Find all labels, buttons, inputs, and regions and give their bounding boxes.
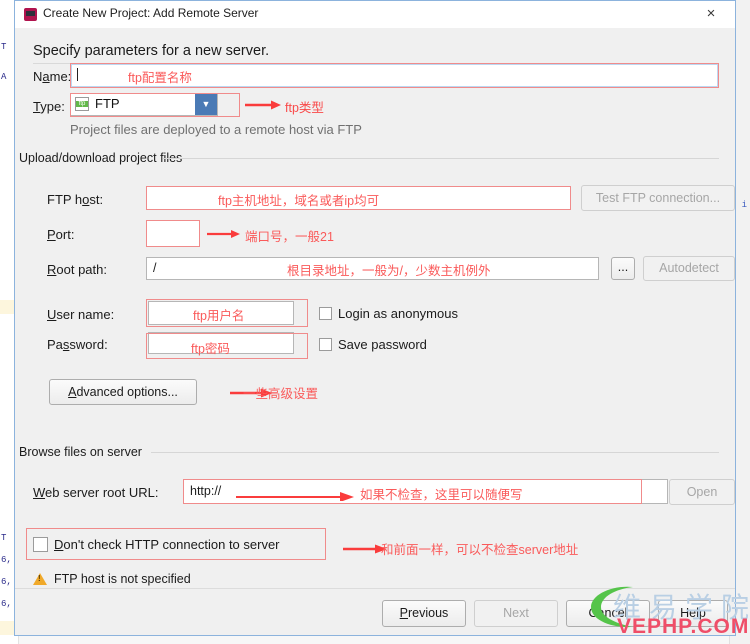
web-url-annotation-text: 如果不检查，这里可以随便写 <box>360 488 523 502</box>
type-combobox[interactable]: FTP ▼ <box>70 93 218 116</box>
root-path-annotation-text: 根目录地址，一般为/，少数主机例外 <box>287 264 491 278</box>
background-gutter-line: A <box>1 72 7 82</box>
dont-check-annotation-text: 和前面一样，可以不检查server地址 <box>381 543 579 557</box>
dont-check-http-checkbox[interactable]: Don't check HTTP connection to server <box>33 537 280 552</box>
checkbox-box[interactable] <box>319 307 332 320</box>
port-label: Port: <box>47 227 75 242</box>
ftp-file-icon <box>75 97 89 111</box>
port-annotation-text: 端口号，一般21 <box>245 230 334 244</box>
open-button[interactable]: Open <box>669 479 735 505</box>
user-name-annotation-text: ftp用户名 <box>193 309 245 323</box>
advanced-options-button[interactable]: Advanced options... <box>49 379 197 405</box>
dialog-headline: Specify parameters for a new server. <box>33 43 270 59</box>
status-text: FTP host is not specified <box>54 572 191 586</box>
save-password-checkbox[interactable]: Save password <box>319 337 427 352</box>
background-gutter-line: 6, <box>1 577 12 587</box>
background-gutter-line: T <box>1 533 7 543</box>
ftp-host-annotation-text: ftp主机地址，域名或者ip均可 <box>218 194 380 208</box>
status-message: FTP host is not specified <box>33 572 191 586</box>
dialog-titlebar: Create New Project: Add Remote Server × <box>15 1 735 28</box>
add-remote-server-dialog: Create New Project: Add Remote Server × … <box>14 0 736 636</box>
login-anonymous-label: Login as anonymous <box>338 306 458 321</box>
warning-triangle-icon <box>33 573 47 585</box>
previous-button[interactable]: Previous <box>382 600 466 627</box>
close-icon[interactable]: × <box>691 3 731 25</box>
background-right-mark: i <box>741 200 747 210</box>
browse-group-line <box>151 452 719 453</box>
upload-group-line <box>163 158 719 159</box>
app-icon <box>24 8 37 21</box>
web-url-annotation-arrow <box>236 491 354 501</box>
checkbox-box[interactable] <box>33 537 48 552</box>
ftp-host-label: FTP host: <box>47 192 104 207</box>
dialog-title: Create New Project: Add Remote Server <box>43 6 259 20</box>
password-label: Password: <box>47 337 108 352</box>
type-hint: Project files are deployed to a remote h… <box>70 122 362 137</box>
test-ftp-connection-button[interactable]: Test FTP connection... <box>581 185 735 211</box>
chevron-down-icon[interactable]: ▼ <box>195 94 217 115</box>
password-annotation-text: ftp密码 <box>191 342 230 356</box>
advanced-annotation-text: 一些高级设置 <box>243 387 319 401</box>
root-path-label: Root path: <box>47 262 107 277</box>
name-label: Name: <box>33 69 72 84</box>
next-button[interactable]: Next <box>474 600 558 627</box>
type-annotation-text: ftp类型 <box>285 101 324 115</box>
port-input[interactable] <box>146 220 200 247</box>
save-password-label: Save password <box>338 337 427 352</box>
login-anonymous-checkbox[interactable]: Login as anonymous <box>319 306 458 321</box>
type-label: Type: <box>33 99 65 114</box>
background-gutter-line: T <box>1 42 7 52</box>
background-gutter-line: 6, <box>1 599 12 609</box>
screen: T A T 6, 6, 6, i Create New Project: Add… <box>0 0 750 644</box>
name-annotation-text: ftp配置名称 <box>128 71 192 85</box>
type-annotation-arrow <box>245 100 281 110</box>
root-path-browse-button[interactable]: ... <box>611 257 635 280</box>
background-gutter-line: 6, <box>1 555 12 565</box>
help-button[interactable]: Help <box>658 600 728 627</box>
type-value: FTP <box>95 96 120 111</box>
checkbox-box[interactable] <box>319 338 332 351</box>
watermark-swoosh-icon <box>585 583 640 636</box>
user-name-label: User name: <box>47 307 115 322</box>
web-url-label: Web server root URL: <box>33 485 159 500</box>
dont-check-http-label: Don't check HTTP connection to server <box>54 537 280 552</box>
browse-group-title: Browse files on server <box>19 445 148 459</box>
port-annotation-arrow <box>207 229 240 238</box>
autodetect-button[interactable]: Autodetect <box>643 256 735 281</box>
